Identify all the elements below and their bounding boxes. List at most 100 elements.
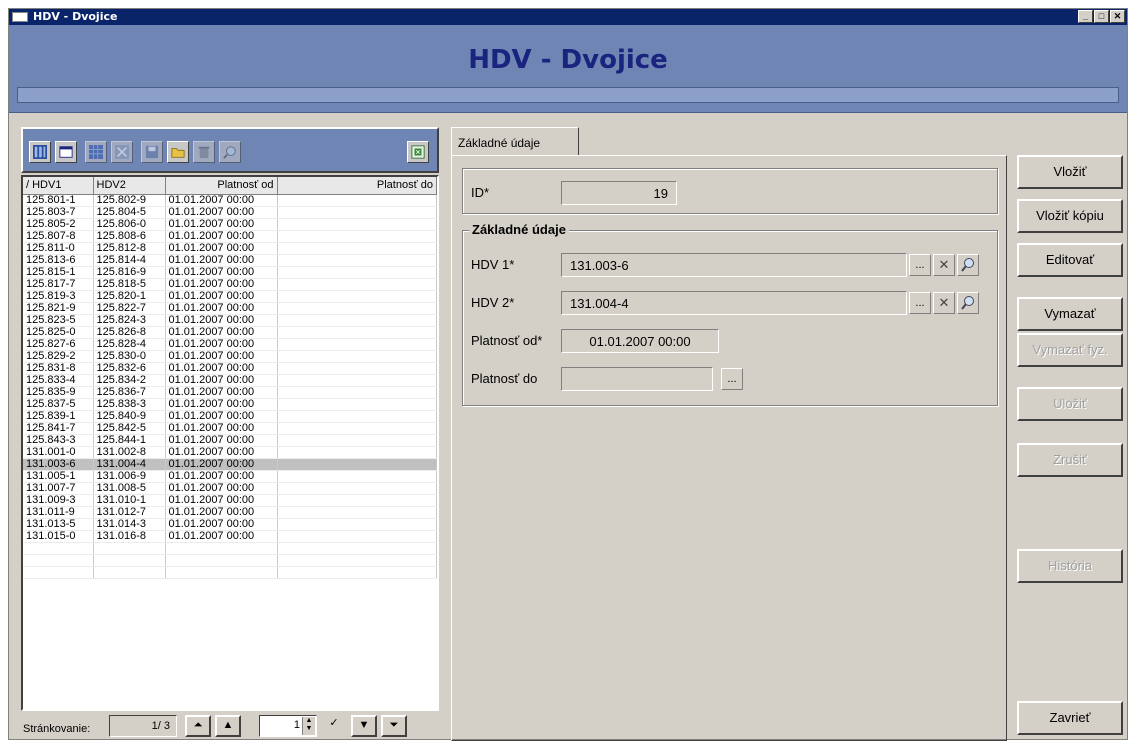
delete-physical-button[interactable]: Vymazať fyz. xyxy=(1017,333,1123,367)
close-button[interactable]: Zavrieť xyxy=(1017,701,1123,735)
table-cell: 125.828-4 xyxy=(93,338,166,351)
grid-view-icon[interactable] xyxy=(85,141,107,163)
table-cell: 01.01.2007 00:00 xyxy=(165,302,278,315)
table-row[interactable]: 125.829-2 125.830-0 01.01.2007 00:00 xyxy=(23,350,437,363)
table-row[interactable]: 131.005-1 131.006-9 01.01.2007 00:00 xyxy=(23,470,437,483)
table-cell xyxy=(277,242,437,255)
table-cell: 125.841-7 xyxy=(23,422,94,435)
table-row[interactable]: 125.813-6 125.814-4 01.01.2007 00:00 xyxy=(23,254,437,267)
cancel-button[interactable]: Zrušiť xyxy=(1017,443,1123,477)
table-cell: 125.804-5 xyxy=(93,206,166,219)
table-row[interactable]: 131.015-0 131.016-8 01.01.2007 00:00 xyxy=(23,530,437,543)
column-header[interactable]: HDV2 xyxy=(93,177,166,195)
trash-icon[interactable] xyxy=(193,141,215,163)
next-page-button[interactable]: ▼ xyxy=(351,715,377,737)
hdv1-clear-icon[interactable]: ✕ xyxy=(933,254,955,276)
insert-button[interactable]: Vložiť xyxy=(1017,155,1123,189)
hdv2-browse-button[interactable]: ... xyxy=(909,292,931,314)
insert-copy-button[interactable]: Vložiť kópiu xyxy=(1017,199,1123,233)
table-cell: 01.01.2007 00:00 xyxy=(165,386,278,399)
table-row[interactable]: 125.837-5 125.838-3 01.01.2007 00:00 xyxy=(23,398,437,411)
table-cell xyxy=(277,518,437,531)
go-page-icon[interactable]: ✓ xyxy=(321,715,347,737)
table-row[interactable]: 125.819-3 125.820-1 01.01.2007 00:00 xyxy=(23,290,437,303)
history-button[interactable]: História xyxy=(1017,549,1123,583)
hdv2-clear-icon[interactable]: ✕ xyxy=(933,292,955,314)
table-row[interactable]: 125.843-3 125.844-1 01.01.2007 00:00 xyxy=(23,434,437,447)
find-icon[interactable] xyxy=(219,141,241,163)
table-cell: 125.806-0 xyxy=(93,218,166,231)
prev-page-button[interactable]: ▲ xyxy=(215,715,241,737)
table-row[interactable]: 125.811-0 125.812-8 01.01.2007 00:00 xyxy=(23,242,437,255)
app-icon xyxy=(12,12,28,22)
hdv2-search-icon[interactable] xyxy=(957,292,979,314)
table-row[interactable]: 125.827-6 125.828-4 01.01.2007 00:00 xyxy=(23,338,437,351)
table-row[interactable]: 131.011-9 131.012-7 01.01.2007 00:00 xyxy=(23,506,437,519)
export-excel-icon[interactable] xyxy=(407,141,429,163)
close-window-button[interactable]: ✕ xyxy=(1110,10,1125,23)
valid-to-browse-button[interactable]: ... xyxy=(721,368,743,390)
tab-basic-data[interactable]: Základné údaje xyxy=(451,127,579,155)
table-row[interactable]: 125.805-2 125.806-0 01.01.2007 00:00 xyxy=(23,218,437,231)
page-number-input[interactable]: 1 ▲ ▼ xyxy=(259,715,317,737)
save-record-icon[interactable] xyxy=(141,141,163,163)
columns-icon[interactable] xyxy=(29,141,51,163)
table-cell: 01.01.2007 00:00 xyxy=(165,218,278,231)
table-cell: 01.01.2007 00:00 xyxy=(165,278,278,291)
valid-to-field[interactable] xyxy=(561,367,713,391)
last-page-button[interactable]: ⏷ xyxy=(381,715,407,737)
table-row[interactable]: 125.823-5 125.824-3 01.01.2007 00:00 xyxy=(23,314,437,327)
table-row[interactable]: 125.803-7 125.804-5 01.01.2007 00:00 xyxy=(23,206,437,219)
hdv2-field[interactable]: 131.004-4 xyxy=(561,291,907,315)
empty-row xyxy=(23,566,437,579)
table-row[interactable]: 125.815-1 125.816-9 01.01.2007 00:00 xyxy=(23,266,437,279)
table-row[interactable]: 125.831-8 125.832-6 01.01.2007 00:00 xyxy=(23,362,437,375)
first-page-button[interactable]: ⏶ xyxy=(185,715,211,737)
table-cell: 125.801-1 xyxy=(23,194,94,207)
table-cell: 125.842-5 xyxy=(93,422,166,435)
table-cell xyxy=(277,194,437,207)
table-row[interactable]: 125.835-9 125.836-7 01.01.2007 00:00 xyxy=(23,386,437,399)
pairs-grid[interactable]: / HDV1 HDV2 Platnosť od Platnosť do 125.801… xyxy=(21,175,439,711)
table-cell: 125.830-0 xyxy=(93,350,166,363)
delete-button[interactable]: Vymazať xyxy=(1017,297,1123,331)
table-cell: 131.008-5 xyxy=(93,482,166,495)
table-row[interactable]: 125.825-0 125.826-8 01.01.2007 00:00 xyxy=(23,326,437,339)
minimize-button[interactable]: _ xyxy=(1078,10,1093,23)
form-view-icon[interactable] xyxy=(55,141,77,163)
edit-button[interactable]: Editovať xyxy=(1017,243,1123,277)
table-row[interactable]: 131.007-7 131.008-5 01.01.2007 00:00 xyxy=(23,482,437,495)
table-row[interactable]: 125.807-8 125.808-6 01.01.2007 00:00 xyxy=(23,230,437,243)
table-row[interactable]: 125.821-9 125.822-7 01.01.2007 00:00 xyxy=(23,302,437,315)
open-folder-icon[interactable] xyxy=(167,141,189,163)
table-row[interactable]: 131.001-0 131.002-8 01.01.2007 00:00 xyxy=(23,446,437,459)
hdv1-field[interactable]: 131.003-6 xyxy=(561,253,907,277)
table-row[interactable]: 125.817-7 125.818-5 01.01.2007 00:00 xyxy=(23,278,437,291)
hdv1-label: HDV 1* xyxy=(471,257,515,272)
table-cell: 125.811-0 xyxy=(23,242,94,255)
id-label: ID* xyxy=(471,185,490,200)
table-cell: 125.826-8 xyxy=(93,326,166,339)
column-header[interactable]: Platnosť do xyxy=(277,177,437,195)
table-cell xyxy=(277,386,437,399)
table-cell: 131.010-1 xyxy=(93,494,166,507)
table-row[interactable]: 125.841-7 125.842-5 01.01.2007 00:00 xyxy=(23,422,437,435)
column-header[interactable]: / HDV1 xyxy=(23,177,94,195)
spin-arrows-icon[interactable]: ▲ ▼ xyxy=(302,717,315,735)
maximize-button[interactable]: □ xyxy=(1094,10,1109,23)
delete-row-icon[interactable] xyxy=(111,141,133,163)
hdv1-browse-button[interactable]: ... xyxy=(909,254,931,276)
table-row[interactable]: 125.833-4 125.834-2 01.01.2007 00:00 xyxy=(23,374,437,387)
table-cell: 01.01.2007 00:00 xyxy=(165,326,278,339)
save-button[interactable]: Uložiť xyxy=(1017,387,1123,421)
table-row[interactable]: 125.801-1 125.802-9 01.01.2007 00:00 xyxy=(23,194,437,207)
table-row[interactable]: 131.003-6 131.004-4 01.01.2007 00:00 xyxy=(23,458,437,471)
table-row[interactable]: 131.013-5 131.014-3 01.01.2007 00:00 xyxy=(23,518,437,531)
column-header[interactable]: Platnosť od xyxy=(165,177,278,195)
table-cell: 125.817-7 xyxy=(23,278,94,291)
table-cell: 125.831-8 xyxy=(23,362,94,375)
table-row[interactable]: 131.009-3 131.010-1 01.01.2007 00:00 xyxy=(23,494,437,507)
table-row[interactable]: 125.839-1 125.840-9 01.01.2007 00:00 xyxy=(23,410,437,423)
hdv1-search-icon[interactable] xyxy=(957,254,979,276)
table-cell: 125.803-7 xyxy=(23,206,94,219)
